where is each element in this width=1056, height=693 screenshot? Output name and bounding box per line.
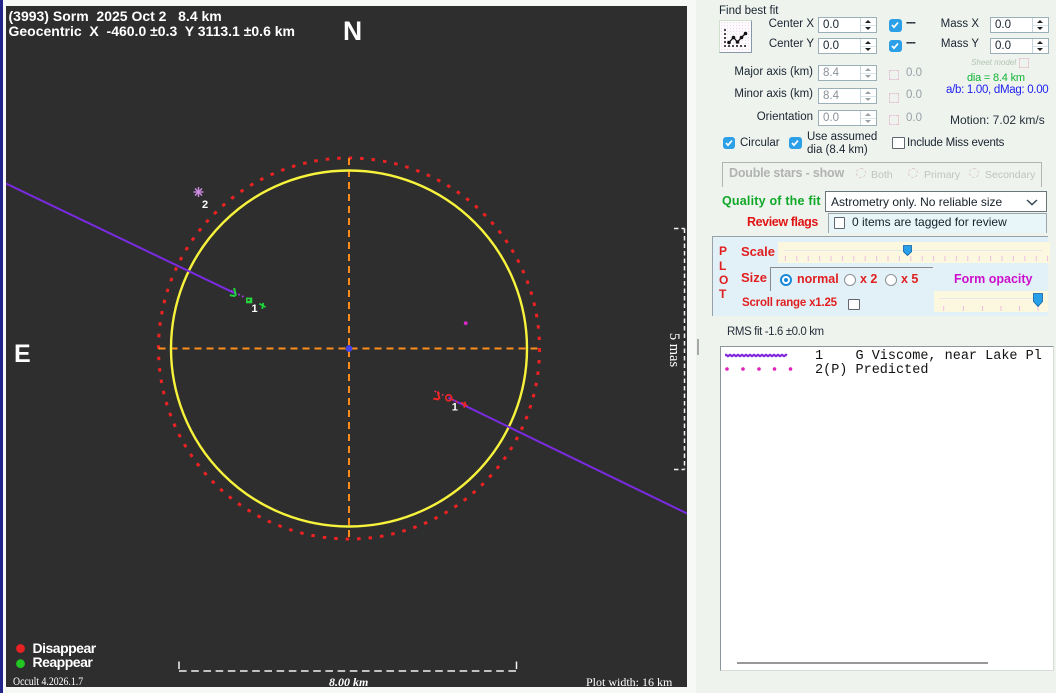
svg-text:1: 1 — [252, 303, 258, 315]
svg-text:2: 2 — [202, 199, 208, 211]
svg-text:1: 1 — [452, 402, 458, 414]
